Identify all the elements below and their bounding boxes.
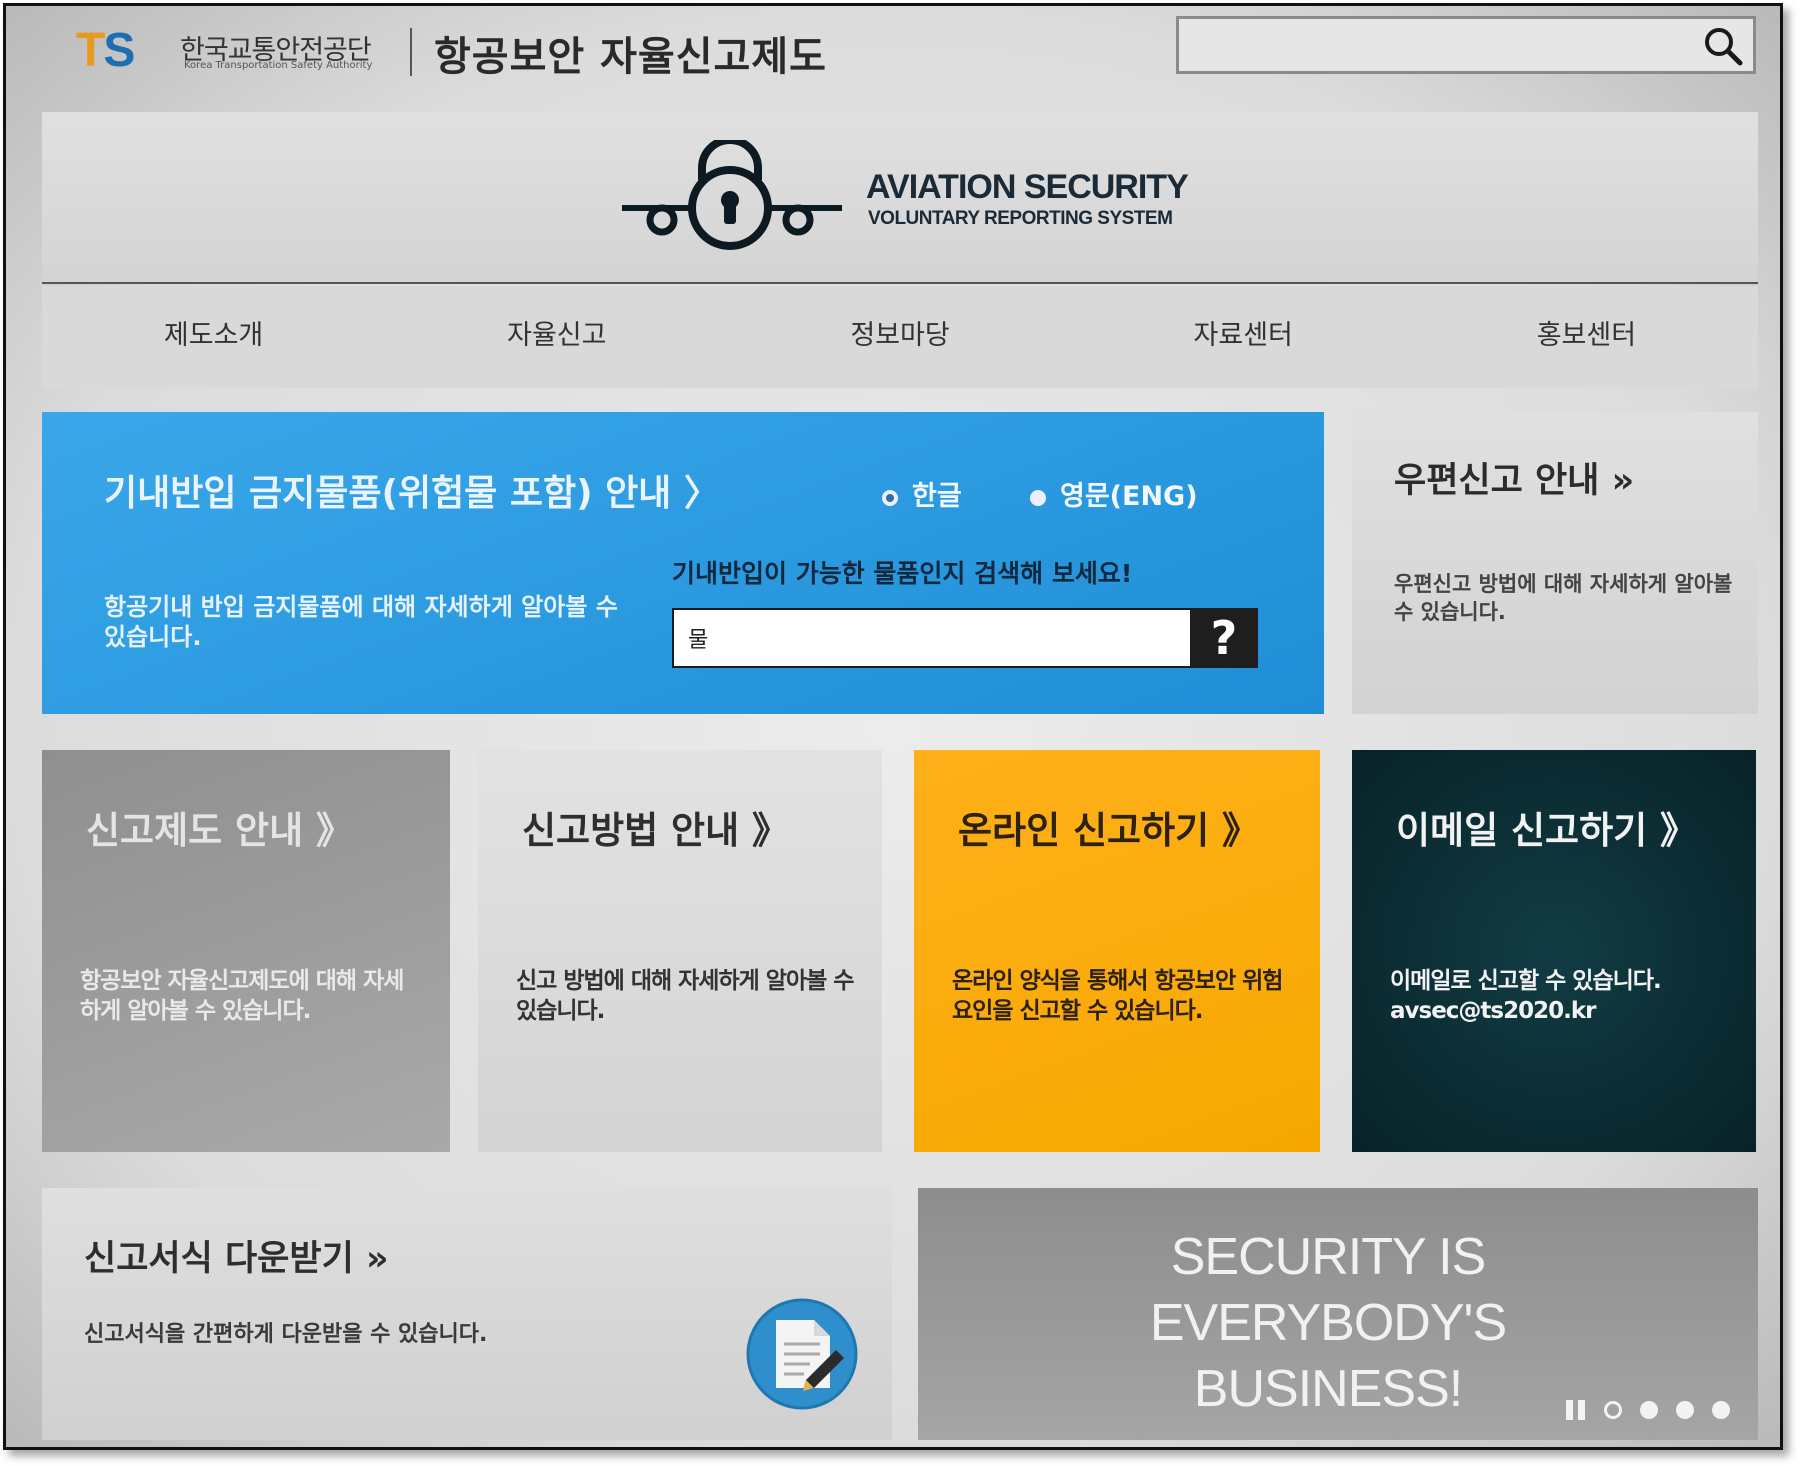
nav-item-report[interactable]: 자율신고 bbox=[385, 286, 728, 388]
search-icon[interactable] bbox=[1703, 26, 1743, 66]
system-guide-title[interactable]: 신고제도 안내 》 bbox=[86, 800, 353, 854]
banner-title: AVIATION SECURITY bbox=[866, 168, 1189, 206]
airplane-lock-icon bbox=[622, 140, 842, 250]
banner-subtitle: VOLUNTARY REPORTING SYSTEM bbox=[868, 208, 1173, 229]
radio-label: 영문(ENG) bbox=[1060, 481, 1198, 512]
slide-dot-2[interactable] bbox=[1640, 1401, 1658, 1419]
main-nav: 제도소개 자율신고 정보마당 자료센터 홍보센터 bbox=[42, 286, 1758, 388]
site-title[interactable]: 항공보안 자율신고제도 bbox=[434, 24, 827, 82]
form-download-panel[interactable]: 신고서식 다운받기 » 신고서식을 간편하게 다운받을 수 있습니다. bbox=[42, 1188, 892, 1440]
email-report-description: 이메일로 신고할 수 있습니다. avsec@ts2020.kr bbox=[1390, 968, 1662, 1024]
item-search-prompt: 기내반입이 가능한 물품인지 검색해 보세요! bbox=[672, 559, 1133, 588]
nav-item-intro[interactable]: 제도소개 bbox=[42, 286, 385, 388]
prohibited-items-link[interactable]: 기내반입 금지물품(위험물 포함) 안내 〉 bbox=[104, 464, 720, 516]
help-button[interactable]: ? bbox=[1190, 608, 1258, 668]
form-download-description: 신고서식을 간편하게 다운받을 수 있습니다. bbox=[84, 1322, 488, 1347]
form-download-title[interactable]: 신고서식 다운받기 » bbox=[84, 1230, 389, 1281]
system-guide-description: 항공보안 자율신고제도에 대해 자세하게 알아볼 수 있습니다. bbox=[80, 968, 404, 1024]
page-frame: TS 한국교통안전공단 Korea Transportation Safety … bbox=[3, 3, 1783, 1450]
item-search-input[interactable]: 물 bbox=[672, 608, 1196, 668]
promo-slider[interactable]: SECURITY IS EVERYBODY'S BUSINESS! bbox=[918, 1188, 1758, 1440]
document-edit-icon[interactable] bbox=[746, 1298, 858, 1410]
slide-text: SECURITY IS EVERYBODY'S BUSINESS! bbox=[918, 1224, 1738, 1422]
hero-banner: AVIATION SECURITY VOLUNTARY REPORTING SY… bbox=[42, 112, 1758, 284]
header-divider bbox=[410, 28, 412, 76]
slide-line: SECURITY IS bbox=[1170, 1228, 1487, 1286]
email-report-tile[interactable]: 이메일 신고하기 》 이메일로 신고할 수 있습니다. avsec@ts2020… bbox=[1352, 750, 1756, 1152]
language-radio-korean[interactable]: 한글 bbox=[882, 474, 962, 513]
slide-line: EVERYBODY'S bbox=[1149, 1294, 1507, 1352]
search-input[interactable] bbox=[1176, 16, 1756, 74]
ts-logo-mark: TS bbox=[76, 24, 135, 77]
report-method-title[interactable]: 신고방법 안내 》 bbox=[522, 800, 789, 854]
nav-item-pr[interactable]: 홍보센터 bbox=[1415, 286, 1758, 388]
nav-item-info[interactable]: 정보마당 bbox=[728, 286, 1071, 388]
logo-english-name: Korea Transportation Safety Authority bbox=[184, 60, 373, 71]
slide-dot-4[interactable] bbox=[1712, 1401, 1730, 1419]
online-report-title[interactable]: 온라인 신고하기 》 bbox=[958, 800, 1259, 854]
slide-dot-3[interactable] bbox=[1676, 1401, 1694, 1419]
slider-controls bbox=[1566, 1398, 1730, 1422]
banner-divider bbox=[42, 282, 1758, 284]
kotsa-logo[interactable]: TS 한국교통안전공단 Korea Transportation Safety … bbox=[76, 26, 396, 76]
report-method-description: 신고 방법에 대해 자세하게 알아볼 수 있습니다. bbox=[516, 968, 854, 1024]
slide-dot-1[interactable] bbox=[1604, 1401, 1622, 1419]
prohibited-items-panel: 기내반입 금지물품(위험물 포함) 안내 〉 항공기내 반입 금지물품에 대해 … bbox=[42, 412, 1324, 714]
postal-report-description: 우편신고 방법에 대해 자세하게 알아볼 수 있습니다. bbox=[1394, 572, 1733, 624]
radio-selected-icon bbox=[882, 489, 898, 506]
language-radio-english[interactable]: 영문(ENG) bbox=[1030, 474, 1198, 513]
report-method-tile[interactable]: 신고방법 안내 》 신고 방법에 대해 자세하게 알아볼 수 있습니다. bbox=[478, 750, 882, 1152]
pause-icon[interactable] bbox=[1566, 1400, 1586, 1420]
system-guide-tile[interactable]: 신고제도 안내 》 항공보안 자율신고제도에 대해 자세하게 알아볼 수 있습니… bbox=[42, 750, 450, 1152]
prohibited-items-description: 항공기내 반입 금지물품에 대해 자세하게 알아볼 수 있습니다. bbox=[104, 593, 618, 651]
email-report-title[interactable]: 이메일 신고하기 》 bbox=[1396, 800, 1697, 854]
online-report-tile[interactable]: 온라인 신고하기 》 온라인 양식을 통해서 항공보안 위험요인을 신고할 수 … bbox=[914, 750, 1320, 1152]
postal-report-title[interactable]: 우편신고 안내 » bbox=[1394, 452, 1634, 503]
nav-item-resources[interactable]: 자료센터 bbox=[1072, 286, 1415, 388]
postal-report-panel[interactable]: 우편신고 안내 » 우편신고 방법에 대해 자세하게 알아볼 수 있습니다. bbox=[1352, 412, 1758, 714]
radio-unselected-icon bbox=[1030, 489, 1046, 506]
online-report-description: 온라인 양식을 통해서 항공보안 위험요인을 신고할 수 있습니다. bbox=[952, 968, 1283, 1024]
radio-label: 한글 bbox=[912, 481, 962, 512]
